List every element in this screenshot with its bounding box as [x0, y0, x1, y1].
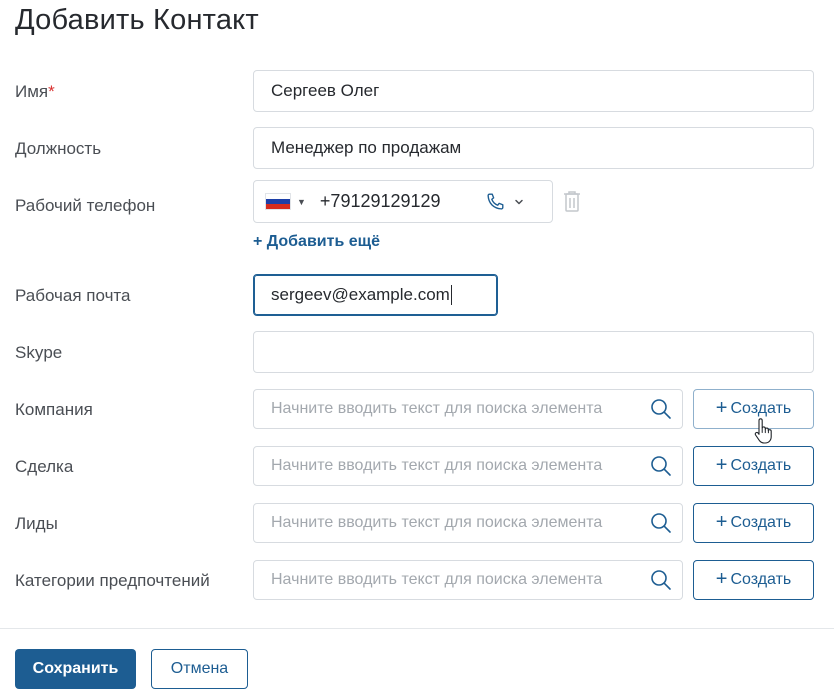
create-lead-button[interactable]: + Создать: [693, 503, 814, 543]
deal-search-input[interactable]: Начните вводить текст для поиска элемент…: [253, 446, 683, 486]
plus-icon: +: [715, 567, 728, 590]
phone-icon[interactable]: [484, 191, 506, 213]
country-dropdown-icon[interactable]: ▼: [297, 197, 306, 207]
name-label: Имя*: [15, 82, 55, 101]
leads-search-input[interactable]: Начните вводить текст для поиска элемент…: [253, 503, 683, 543]
save-button[interactable]: Сохранить: [15, 649, 136, 689]
name-field[interactable]: Сергеев Олег: [253, 70, 814, 112]
add-phone-link[interactable]: + Добавить ещё: [253, 233, 380, 251]
footer-divider: [0, 628, 834, 629]
phone-field[interactable]: ▼ +79129129129: [253, 180, 553, 223]
leads-label: Лиды: [15, 514, 58, 533]
search-icon[interactable]: [649, 397, 673, 421]
search-placeholder: Начните вводить текст для поиска элемент…: [271, 514, 603, 531]
search-icon[interactable]: [649, 454, 673, 478]
email-label: Рабочая почта: [15, 286, 131, 305]
page-title: Добавить Контакт: [15, 4, 259, 36]
plus-icon: +: [715, 510, 728, 533]
deal-label: Сделка: [15, 457, 74, 476]
create-deal-button[interactable]: + Создать: [693, 446, 814, 486]
phone-label: Рабочий телефон: [15, 196, 156, 215]
chevron-down-icon[interactable]: [513, 196, 525, 208]
email-value: sergeev@example.com: [271, 285, 450, 304]
preferences-label: Категории предпочтений: [15, 571, 210, 590]
search-placeholder: Начните вводить текст для поиска элемент…: [271, 457, 603, 474]
position-label: Должность: [15, 139, 102, 158]
plus-icon: +: [715, 396, 728, 419]
skype-label: Skype: [15, 343, 63, 362]
position-field[interactable]: Менеджер по продажам: [253, 127, 814, 169]
russia-flag-icon[interactable]: [265, 193, 291, 210]
cancel-button[interactable]: Отмена: [151, 649, 248, 689]
skype-field[interactable]: [253, 331, 814, 373]
trash-icon[interactable]: [562, 189, 582, 213]
search-placeholder: Начните вводить текст для поиска элемент…: [271, 400, 603, 417]
search-icon[interactable]: [649, 568, 673, 592]
name-value: Сергеев Олег: [271, 81, 380, 100]
phone-value[interactable]: +79129129129: [320, 191, 480, 212]
preferences-search-input[interactable]: Начните вводить текст для поиска элемент…: [253, 560, 683, 600]
text-caret: [450, 285, 452, 305]
create-preference-button[interactable]: + Создать: [693, 560, 814, 600]
required-mark: *: [48, 82, 55, 101]
plus-icon: +: [715, 453, 728, 476]
position-value: Менеджер по продажам: [271, 138, 462, 157]
search-icon[interactable]: [649, 511, 673, 535]
company-label: Компания: [15, 400, 93, 419]
search-placeholder: Начните вводить текст для поиска элемент…: [271, 571, 603, 588]
company-search-input[interactable]: Начните вводить текст для поиска элемент…: [253, 389, 683, 429]
email-field[interactable]: sergeev@example.com: [253, 274, 498, 316]
hand-cursor-icon: [754, 418, 772, 444]
